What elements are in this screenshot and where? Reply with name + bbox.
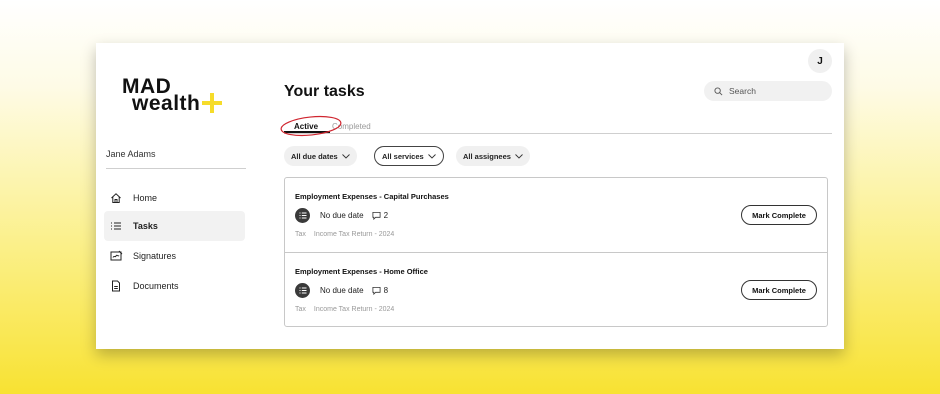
search-icon xyxy=(714,86,723,96)
sidebar-item-label: Signatures xyxy=(133,251,177,261)
sidebar-divider xyxy=(106,168,246,169)
comment-icon xyxy=(372,211,381,220)
mad-wealth-logo[interactable]: MAD wealth xyxy=(122,76,232,117)
comment-icon xyxy=(372,286,381,295)
tabs-divider xyxy=(284,133,832,134)
avatar[interactable]: J xyxy=(808,49,832,73)
app-window: MAD wealth Jane Adams Home Tasks Signatu… xyxy=(96,43,844,349)
filter-label: All due dates xyxy=(291,151,338,161)
sidebar-item-label: Tasks xyxy=(133,221,158,231)
comments[interactable]: 8 xyxy=(372,286,388,295)
mark-complete-button[interactable]: Mark Complete xyxy=(741,205,817,225)
filter-assignees[interactable]: All assignees xyxy=(456,146,530,166)
document-icon xyxy=(104,280,128,292)
due-date: No due date xyxy=(320,286,364,295)
task-service: Income Tax Return - 2024 xyxy=(313,306,395,313)
user-name: Jane Adams xyxy=(106,149,156,159)
task-title[interactable]: Employment Expenses - Capital Purchases xyxy=(295,192,449,201)
task-footer: Tax Income Tax Return - 2024 xyxy=(295,306,394,313)
task-footer: Tax Income Tax Return - 2024 xyxy=(295,231,394,238)
plus-icon xyxy=(202,93,222,113)
sidebar-item-documents[interactable]: Documents xyxy=(104,271,245,301)
task-list: Employment Expenses - Capital Purchases … xyxy=(284,177,828,327)
task-list-icon xyxy=(295,283,310,298)
sidebar: MAD wealth Jane Adams Home Tasks Signatu… xyxy=(96,43,256,349)
chevron-down-icon xyxy=(341,153,350,159)
mark-complete-button[interactable]: Mark Complete xyxy=(741,280,817,300)
signature-icon xyxy=(104,250,128,262)
chevron-down-icon xyxy=(427,153,436,159)
logo-text-line2: wealth xyxy=(132,92,201,115)
sidebar-item-label: Documents xyxy=(133,281,179,291)
comment-count: 2 xyxy=(383,211,389,220)
annotation-circle xyxy=(280,115,342,137)
comments[interactable]: 2 xyxy=(372,211,388,220)
task-category: Tax xyxy=(295,231,306,238)
search-input[interactable] xyxy=(729,86,819,96)
filter-due-dates[interactable]: All due dates xyxy=(284,146,357,166)
task-card[interactable]: Employment Expenses - Capital Purchases … xyxy=(285,178,827,252)
task-meta: No due date 2 xyxy=(295,208,388,223)
task-service: Income Tax Return - 2024 xyxy=(313,231,395,238)
sidebar-item-signatures[interactable]: Signatures xyxy=(104,241,245,271)
task-meta: No due date 8 xyxy=(295,283,388,298)
sidebar-item-tasks[interactable]: Tasks xyxy=(104,211,245,241)
sidebar-item-home[interactable]: Home xyxy=(104,183,245,213)
sidebar-item-label: Home xyxy=(133,193,158,203)
task-title[interactable]: Employment Expenses - Home Office xyxy=(295,267,428,276)
list-icon xyxy=(104,220,128,232)
filter-label: All services xyxy=(382,151,424,161)
home-icon xyxy=(104,192,128,204)
task-card[interactable]: Employment Expenses - Home Office No due… xyxy=(285,252,827,326)
task-category: Tax xyxy=(295,306,306,313)
due-date: No due date xyxy=(320,211,364,220)
page-title: Your tasks xyxy=(284,83,365,100)
task-list-icon xyxy=(295,208,310,223)
filter-label: All assignees xyxy=(463,151,511,161)
search-box[interactable] xyxy=(704,81,832,101)
main-content: J Your tasks Active Completed All due da… xyxy=(280,43,832,349)
filter-services[interactable]: All services xyxy=(374,146,444,166)
comment-count: 8 xyxy=(383,286,389,295)
chevron-down-icon xyxy=(515,153,523,159)
